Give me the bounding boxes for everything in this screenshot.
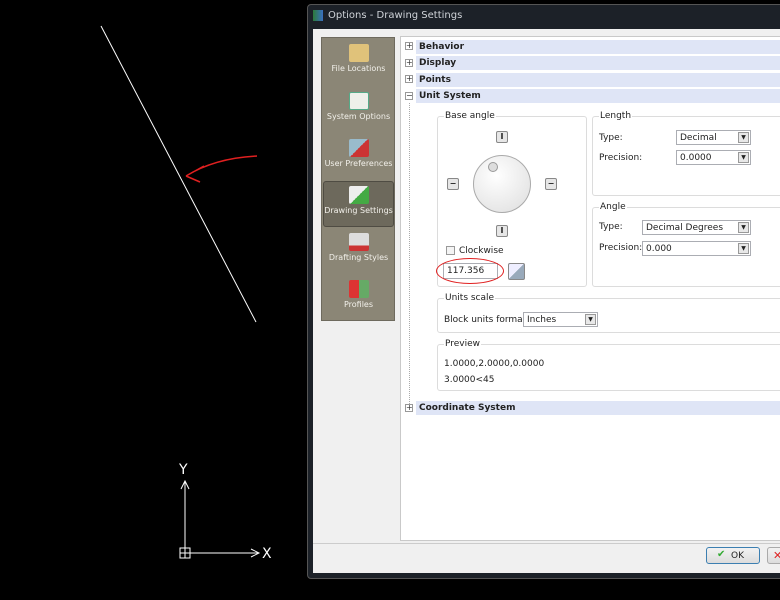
clockwise-checkbox[interactable] <box>446 246 455 255</box>
section-points[interactable]: Points <box>416 73 780 87</box>
angle-270-button[interactable]: I <box>496 225 508 237</box>
angle-90-button[interactable]: I <box>496 131 508 143</box>
section-unit-system[interactable]: Unit System <box>416 89 780 103</box>
chevron-down-icon: ▼ <box>738 243 749 254</box>
select-value: Decimal <box>680 133 717 143</box>
sidebar-item-label: System Options <box>326 112 391 121</box>
user-preferences-icon <box>348 139 369 157</box>
preview-line-2: 3.0000<45 <box>444 375 495 385</box>
base-angle-group: Base angle I I − − Clockwise 117.356 <box>436 111 587 287</box>
y-axis-label: Y <box>178 462 188 478</box>
sidebar-item-profiles[interactable]: Profiles <box>323 276 394 322</box>
base-angle-dial[interactable] <box>473 155 531 213</box>
folder-arrow-icon <box>348 44 369 62</box>
select-value: 0.0000 <box>680 153 712 163</box>
divider <box>313 543 780 544</box>
chevron-down-icon: ▼ <box>738 222 749 233</box>
group-label: Length <box>599 111 633 121</box>
collapse-unit-system-icon[interactable]: − <box>405 92 413 100</box>
chevron-down-icon: ▼ <box>585 314 596 325</box>
profiles-icon <box>348 280 369 298</box>
section-coordinate-system[interactable]: Coordinate System <box>416 401 780 415</box>
dial-knob[interactable] <box>488 162 498 172</box>
section-behavior[interactable]: Behavior <box>416 40 780 54</box>
length-group: Length Type: Decimal ▼ Precision: 0.0000 ▼ <box>592 111 780 196</box>
sidebar-item-user-preferences[interactable]: User Preferences <box>323 135 394 181</box>
select-value: Decimal Degrees <box>646 223 724 233</box>
chevron-down-icon: ▼ <box>738 152 749 163</box>
select-value: 0.000 <box>646 244 672 254</box>
sidebar-item-label: Profiles <box>343 300 374 309</box>
expand-display-icon[interactable]: + <box>405 59 413 67</box>
group-label: Base angle <box>444 111 496 121</box>
units-scale-group: Units scale Block units format: Inches ▼ <box>437 293 780 333</box>
close-icon: ✕ <box>773 549 780 562</box>
group-label: Preview <box>444 339 482 349</box>
ok-button[interactable]: ✔ OK <box>706 547 760 564</box>
length-precision-label: Precision: <box>599 153 643 163</box>
dialog-client: File Locations System Options User Prefe… <box>313 29 780 573</box>
block-units-select[interactable]: Inches ▼ <box>523 312 598 327</box>
red-arrow-annotation <box>185 155 258 183</box>
section-display[interactable]: Display <box>416 56 780 70</box>
ucs-icon <box>179 479 261 559</box>
expand-behavior-icon[interactable]: + <box>405 42 413 50</box>
settings-panel: + Behavior + Display + Points − Unit Sys… <box>400 36 780 541</box>
select-value: Inches <box>527 315 557 325</box>
pick-angle-button[interactable] <box>508 263 525 280</box>
expand-coordinate-system-icon[interactable]: + <box>405 404 413 412</box>
x-axis-label: X <box>262 546 272 562</box>
sidebar-item-label: File Locations <box>331 64 386 73</box>
angle-group: Angle Type: Decimal Degrees ▼ Precision: … <box>592 202 780 287</box>
sidebar-item-label: Drafting Styles <box>328 253 389 262</box>
length-type-select[interactable]: Decimal ▼ <box>676 130 751 145</box>
sidebar-item-label: User Preferences <box>324 159 393 168</box>
preview-line-1: 1.0000,2.0000,0.0000 <box>444 359 545 369</box>
preview-group: Preview 1.0000,2.0000,0.0000 3.0000<45 <box>437 339 780 391</box>
checkmark-icon: ✔ <box>717 549 726 560</box>
block-units-label: Block units format: <box>444 315 530 325</box>
sidebar-item-drafting-styles[interactable]: Drafting Styles <box>323 229 394 275</box>
sidebar-item-system-options[interactable]: System Options <box>323 88 394 134</box>
ok-label: OK <box>731 551 744 561</box>
length-type-label: Type: <box>599 133 623 143</box>
cancel-button[interactable]: ✕ <box>767 547 780 564</box>
sidebar-item-file-locations[interactable]: File Locations <box>323 40 394 86</box>
angle-type-select[interactable]: Decimal Degrees ▼ <box>642 220 751 235</box>
angle-180-button[interactable]: − <box>447 178 459 190</box>
sidebar: File Locations System Options User Prefe… <box>321 37 395 321</box>
chevron-down-icon: ▼ <box>738 132 749 143</box>
group-label: Units scale <box>444 293 496 303</box>
checklist-icon <box>348 92 369 110</box>
drawn-line <box>100 25 257 323</box>
angle-precision-label: Precision: <box>599 243 643 253</box>
options-dialog: Options - Drawing Settings File Location… <box>307 4 780 579</box>
angle-0-button[interactable]: − <box>545 178 557 190</box>
sidebar-item-drawing-settings[interactable]: Drawing Settings <box>323 181 394 227</box>
drawing-canvas[interactable]: Y X <box>0 0 307 600</box>
drafting-styles-icon <box>348 233 369 251</box>
expand-points-icon[interactable]: + <box>405 75 413 83</box>
sidebar-item-label: Drawing Settings <box>324 206 393 215</box>
tree-line <box>409 103 410 408</box>
length-precision-select[interactable]: 0.0000 ▼ <box>676 150 751 165</box>
drawing-settings-icon <box>348 186 369 204</box>
red-circle-annotation <box>436 258 504 284</box>
angle-precision-select[interactable]: 0.000 ▼ <box>642 241 751 256</box>
angle-type-label: Type: <box>599 222 623 232</box>
app-icon <box>313 10 323 21</box>
group-label: Angle <box>599 202 627 212</box>
clockwise-label: Clockwise <box>459 246 504 256</box>
window-title: Options - Drawing Settings <box>328 10 463 21</box>
